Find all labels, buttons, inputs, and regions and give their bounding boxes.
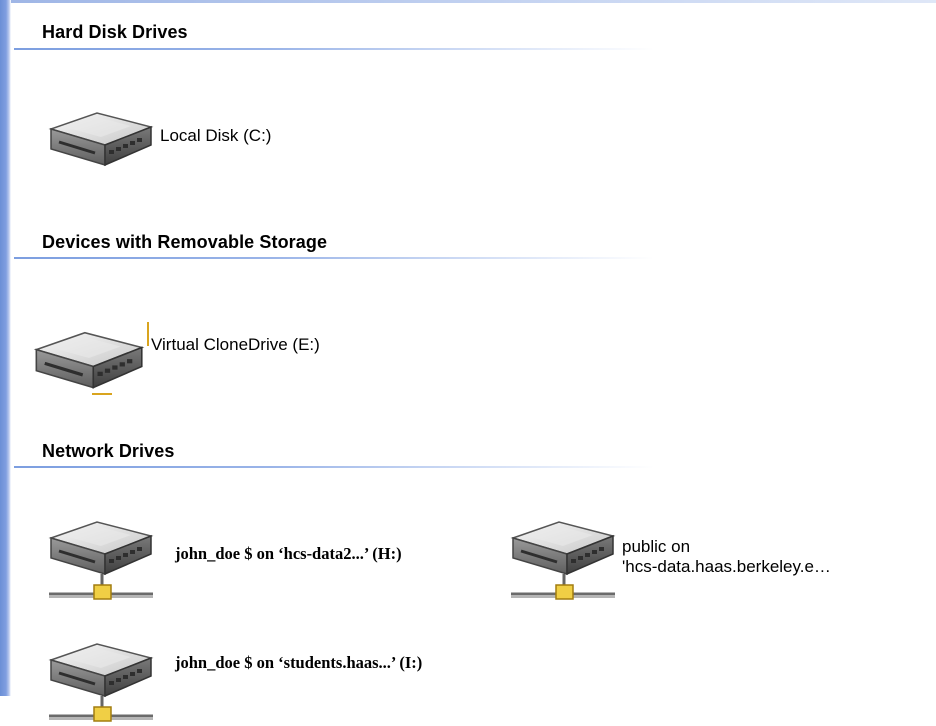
window-top-border bbox=[11, 0, 936, 3]
drive-label-line1: public on bbox=[622, 537, 691, 556]
group-divider bbox=[14, 48, 654, 50]
network-drive-icon[interactable] bbox=[506, 512, 618, 604]
hard-disk-icon[interactable] bbox=[30, 322, 146, 392]
drive-item-network-h[interactable]: john_doe $ on ‘hcs-data2...’ (H:) bbox=[175, 544, 402, 564]
drive-item-network-i[interactable]: john_doe $ on ‘students.haas...’ (I:) bbox=[175, 653, 422, 673]
group-header-hard-disk-drives: Hard Disk Drives bbox=[42, 22, 188, 42]
network-drive-icon[interactable] bbox=[44, 634, 156, 726]
group-header-network-drives: Network Drives bbox=[42, 441, 175, 461]
group-divider bbox=[14, 257, 654, 259]
selection-marker bbox=[147, 322, 149, 346]
drive-item-virtual-clonedrive[interactable]: Virtual CloneDrive (E:) bbox=[151, 335, 320, 355]
drive-item-network-public[interactable]: public on 'hcs-data.haas.berkeley.e… bbox=[622, 537, 831, 577]
drive-item-local-disk[interactable]: Local Disk (C:) bbox=[160, 126, 271, 146]
group-divider bbox=[14, 466, 654, 468]
hard-disk-icon[interactable] bbox=[44, 103, 156, 169]
group-header-removable-storage: Devices with Removable Storage bbox=[42, 232, 328, 252]
selection-marker bbox=[92, 393, 112, 395]
network-drive-icon[interactable] bbox=[44, 512, 156, 604]
window-left-border bbox=[0, 0, 11, 696]
drive-label-line2: 'hcs-data.haas.berkeley.e… bbox=[622, 557, 831, 576]
